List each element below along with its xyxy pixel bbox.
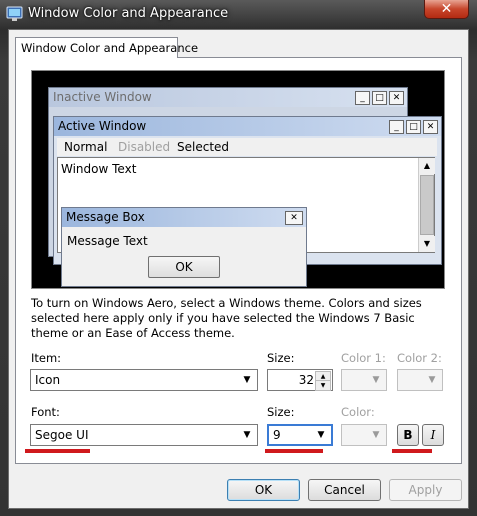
color1-picker[interactable]: ▼ (341, 369, 387, 391)
item-size-value: 32 (298, 373, 314, 387)
highlight-underline (392, 449, 432, 453)
maximize-icon: □ (406, 120, 421, 134)
message-box-title: Message Box (62, 208, 306, 227)
window-title: Window Color and Appearance (28, 6, 229, 21)
font-size-label: Size: (267, 405, 295, 419)
italic-button[interactable]: I (422, 424, 444, 446)
highlight-underline (25, 449, 90, 453)
font-size-select[interactable]: 9 ▼ (267, 424, 333, 446)
menu-normal[interactable]: Normal (64, 140, 107, 154)
description-text: To turn on Windows Aero, select a Window… (31, 296, 422, 340)
chevron-down-icon: ▼ (372, 375, 380, 385)
font-size-value: 9 (273, 428, 281, 442)
bold-button[interactable]: B (397, 424, 419, 446)
minimize-icon: _ (389, 120, 404, 134)
font-value: Segoe UI (35, 428, 89, 442)
preview-menu-bar: Normal Disabled Selected (57, 138, 437, 156)
item-select[interactable]: Icon ▼ (30, 369, 258, 391)
color1-label: Color 1: (341, 351, 386, 365)
cancel-button[interactable]: Cancel (308, 479, 381, 501)
ok-button[interactable]: OK (227, 479, 300, 501)
item-label: Item: (31, 351, 62, 365)
scroll-down-icon: ▼ (419, 236, 435, 252)
close-window-button[interactable]: ✕ (424, 0, 469, 19)
display-properties-icon (6, 5, 23, 22)
color2-label: Color 2: (397, 351, 442, 365)
font-color-picker[interactable]: ▼ (341, 424, 387, 446)
item-value: Icon (35, 373, 61, 387)
message-text: Message Text (67, 234, 148, 248)
window-text: Window Text (61, 162, 137, 176)
item-size-stepper[interactable]: 32 ▲ ▼ (267, 369, 333, 391)
scroll-up-icon: ▲ (419, 158, 435, 174)
close-icon: ✕ (285, 211, 303, 225)
font-label: Font: (31, 405, 60, 419)
menu-selected[interactable]: Selected (177, 140, 229, 154)
chevron-down-icon: ▼ (317, 430, 325, 440)
apply-button[interactable]: Apply (389, 479, 462, 501)
chevron-down-icon: ▼ (243, 430, 251, 440)
color2-picker[interactable]: ▼ (397, 369, 443, 391)
size-label: Size: (267, 351, 295, 365)
preview-ok-button[interactable]: OK (148, 256, 220, 278)
active-window-title: Active Window (54, 117, 441, 136)
chevron-down-icon: ▼ (428, 375, 436, 385)
close-icon: ✕ (389, 91, 404, 105)
spin-down-icon[interactable]: ▼ (315, 380, 331, 391)
preview-scrollbar[interactable]: ▲ ▼ (418, 158, 435, 252)
menu-disabled[interactable]: Disabled (118, 140, 170, 154)
highlight-underline (265, 449, 323, 453)
tab-window-color[interactable]: Window Color and Appearance (15, 37, 198, 58)
font-select[interactable]: Segoe UI ▼ (30, 424, 258, 446)
close-icon: ✕ (423, 120, 438, 134)
maximize-icon: □ (372, 91, 387, 105)
chevron-down-icon: ▼ (243, 375, 251, 385)
scroll-thumb[interactable] (420, 175, 434, 235)
chevron-down-icon: ▼ (372, 430, 380, 440)
font-color-label: Color: (341, 405, 375, 419)
inactive-window-title: Inactive Window (49, 88, 407, 107)
minimize-icon: _ (355, 91, 370, 105)
